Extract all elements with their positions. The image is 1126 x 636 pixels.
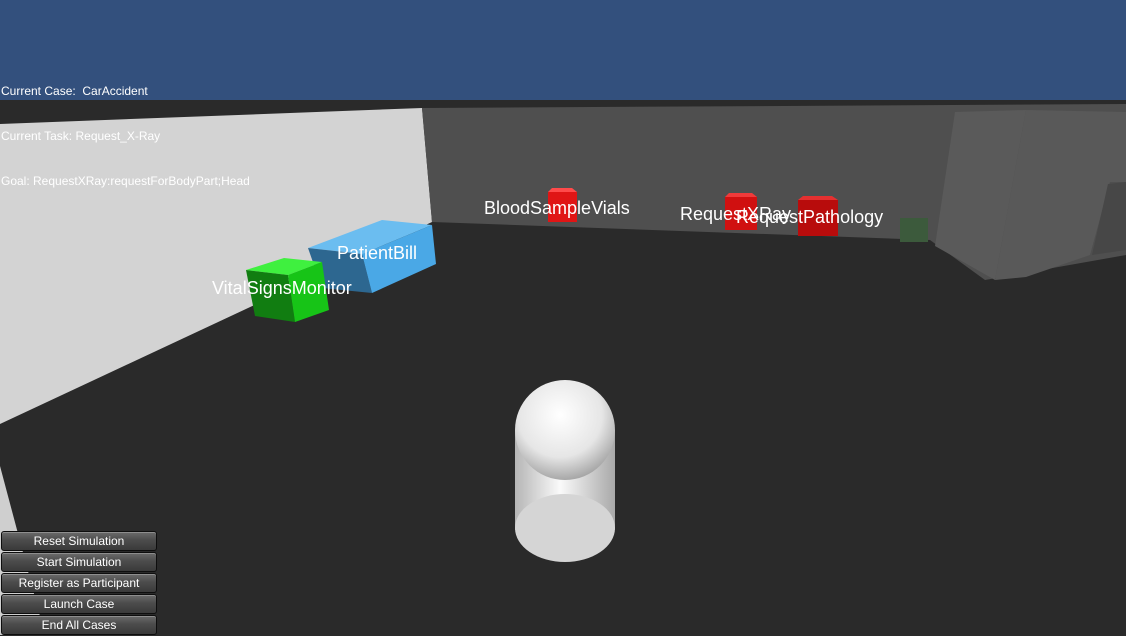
simulation-controls: Reset Simulation Start Simulation Regist…: [1, 531, 157, 636]
launch-case-button[interactable]: Launch Case: [1, 594, 157, 614]
player-capsule: [515, 380, 615, 562]
vital-signs-monitor-label: VitalSignsMonitor: [212, 278, 352, 298]
end-all-cases-button[interactable]: End All Cases: [1, 615, 157, 635]
request-pathology-label: RequestPathology: [736, 207, 884, 227]
register-participant-button[interactable]: Register as Participant: [1, 573, 157, 593]
blood-sample-vials-label: BloodSampleVials: [484, 198, 630, 218]
patient-bill-label: PatientBill: [337, 243, 418, 263]
reset-simulation-button[interactable]: Reset Simulation: [1, 531, 157, 551]
current-task-text: Current Task: Request_X-Ray: [1, 129, 161, 143]
case-info-panel: Current Case: CarAccident Current Task: …: [1, 54, 250, 204]
start-simulation-button[interactable]: Start Simulation: [1, 552, 157, 572]
far-green-object: [900, 218, 928, 242]
goal-text: Goal: RequestXRay:requestForBodyPart;Hea…: [1, 174, 250, 188]
current-case-text: Current Case: CarAccident: [1, 84, 148, 98]
